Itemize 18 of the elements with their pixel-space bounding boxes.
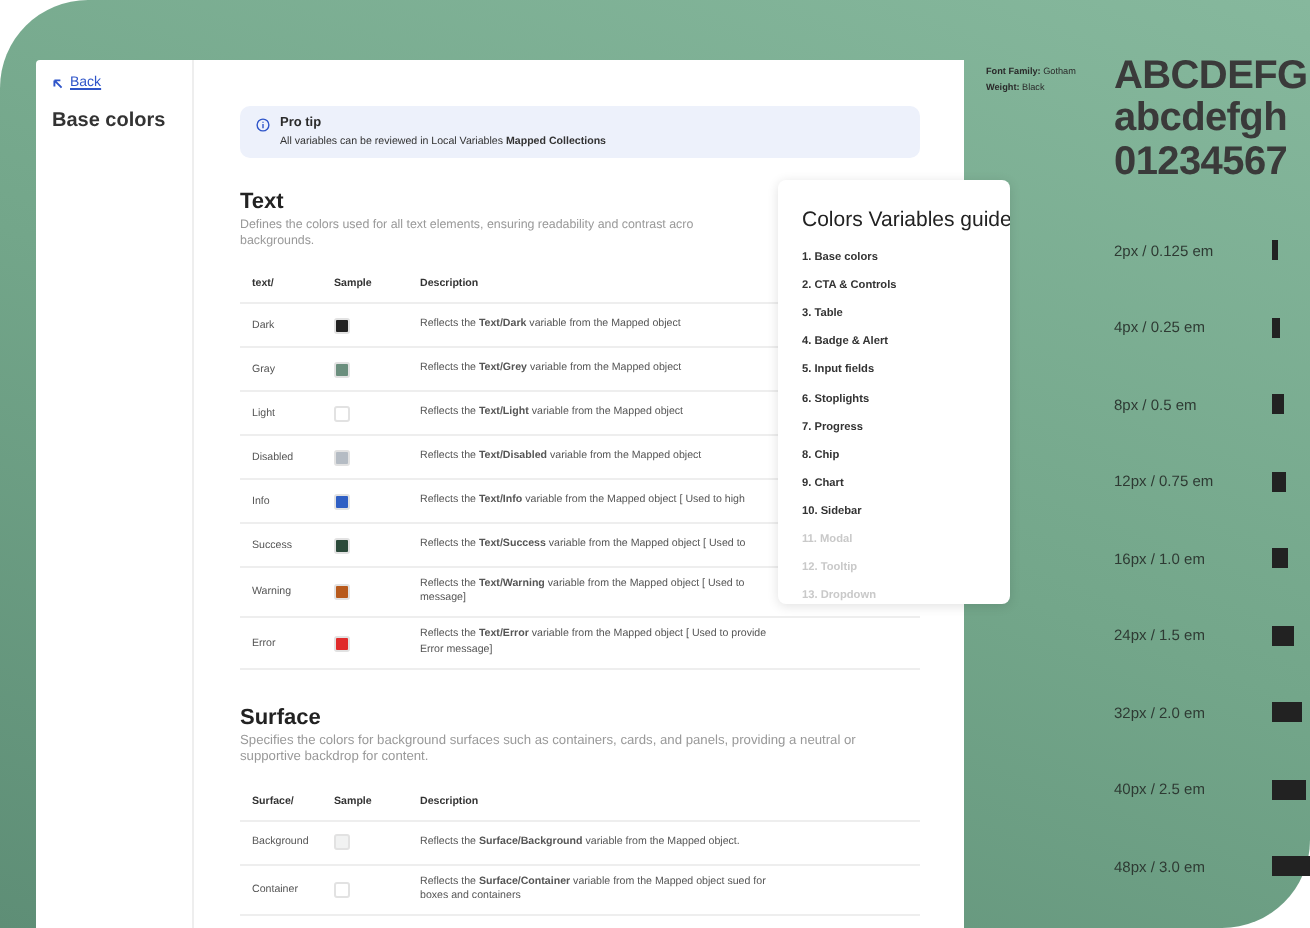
spacing-bar [1272, 317, 1280, 338]
spacing-bar [1272, 240, 1278, 261]
spacing-bar [1272, 394, 1284, 415]
spacing-bar [1272, 548, 1288, 569]
page-title: Base colors [52, 110, 168, 132]
spacing-bar [1272, 471, 1286, 492]
guide-title: Colors Variables guide [802, 208, 1010, 232]
section-title: Surface [240, 705, 323, 730]
type-sample: ABCDEFG [1114, 56, 1308, 99]
arrow-icon [52, 77, 64, 89]
info-icon [256, 118, 270, 132]
spacing-bar [1272, 779, 1306, 800]
type-sample: 01234567 [1114, 141, 1290, 185]
section-title: Text [240, 190, 286, 214]
spacing-bar [1272, 856, 1310, 877]
spacing-bar [1272, 625, 1294, 646]
type-sample: abcdefgh [1114, 98, 1289, 142]
spacing-bar [1272, 702, 1302, 723]
